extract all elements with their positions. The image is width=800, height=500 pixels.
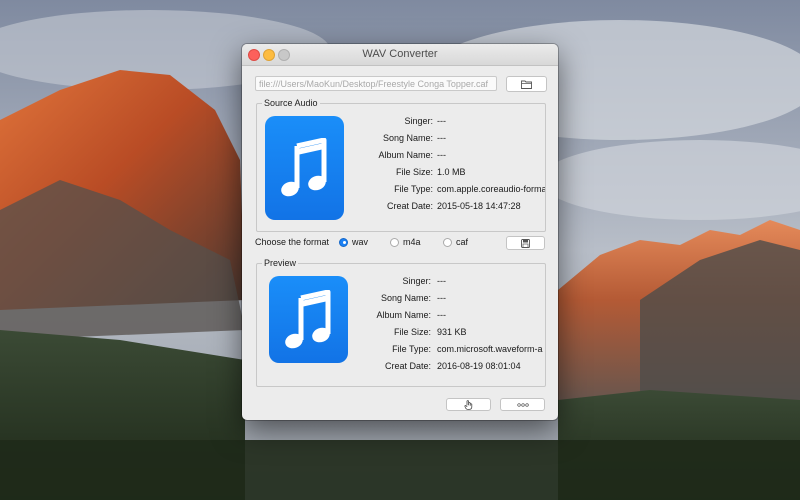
source-type-row: File Type: com.apple.coreaudio-format — [357, 184, 547, 196]
field-label: Song Name: — [382, 133, 433, 143]
open-folder-button[interactable] — [506, 76, 547, 92]
preview-group: Preview Singer: --- Song Name: --- Album… — [256, 257, 546, 387]
source-album-row: Album Name: --- — [357, 150, 547, 162]
field-value: com.apple.coreaudio-format — [437, 184, 545, 194]
source-audio-group: Source Audio Singer: --- Song Name: --- … — [256, 97, 547, 232]
field-value: --- — [437, 276, 446, 286]
window-title: WAV Converter — [362, 48, 438, 60]
preview-type-row: File Type: com.microsoft.waveform-audio — [357, 344, 543, 356]
file-path-field[interactable]: file:///Users/MaoKun/Desktop/Freestyle C… — [255, 76, 497, 91]
radio-wav[interactable]: wav — [339, 237, 368, 247]
field-value: --- — [437, 133, 446, 143]
radio-indicator-selected[interactable] — [339, 237, 348, 247]
field-label: Album Name: — [378, 150, 433, 160]
field-label: Singer: — [404, 116, 433, 126]
folder-icon — [521, 80, 532, 89]
field-label: Creat Date: — [384, 361, 431, 371]
field-value: 931 KB — [437, 327, 467, 337]
preview-singer-row: Singer: --- — [357, 276, 543, 288]
radio-caf[interactable]: caf — [443, 237, 468, 247]
field-value: --- — [437, 310, 446, 320]
format-selector: Choose the format wav m4a caf — [255, 236, 545, 250]
title-bar[interactable]: WAV Converter — [242, 44, 558, 66]
preview-song-row: Song Name: --- — [357, 293, 543, 305]
field-label: Singer: — [402, 276, 431, 286]
radio-label: caf — [456, 237, 469, 247]
preview-date-row: Creat Date: 2016-08-19 08:01:04 — [357, 361, 543, 373]
field-value: 2016-08-19 08:01:04 — [437, 361, 521, 371]
music-note-icon — [284, 289, 330, 348]
save-icon — [521, 238, 530, 248]
field-label: Album Name: — [376, 310, 431, 320]
preview-album-row: Album Name: --- — [357, 310, 543, 322]
field-label: Song Name: — [380, 293, 431, 303]
field-value: com.microsoft.waveform-audio — [437, 344, 543, 354]
source-singer-row: Singer: --- — [357, 116, 547, 128]
more-icon — [516, 402, 529, 407]
radio-label: m4a — [403, 237, 421, 247]
preview-size-row: File Size: 931 KB — [357, 327, 543, 339]
field-label: Creat Date: — [386, 201, 433, 211]
field-value: --- — [437, 293, 446, 303]
field-value: --- — [437, 150, 446, 160]
radio-indicator[interactable] — [443, 237, 452, 247]
radio-m4a[interactable]: m4a — [390, 237, 421, 247]
source-artwork — [265, 116, 344, 220]
convert-button[interactable] — [446, 398, 491, 411]
field-value: --- — [437, 116, 446, 126]
radio-label: wav — [352, 237, 369, 247]
app-window: WAV Converter file:///Users/MaoKun/Deskt… — [242, 44, 558, 420]
field-label: File Size: — [395, 167, 433, 177]
source-audio-title: Source Audio — [262, 97, 320, 109]
preview-artwork — [269, 276, 348, 363]
radio-indicator[interactable] — [390, 237, 399, 247]
hand-pointer-icon — [464, 399, 473, 410]
format-label: Choose the format — [255, 237, 330, 247]
source-song-row: Song Name: --- — [357, 133, 547, 145]
field-label: File Type: — [394, 184, 433, 194]
source-date-row: Creat Date: 2015-05-18 14:47:28 — [357, 201, 547, 213]
more-button[interactable] — [500, 398, 545, 411]
preview-title: Preview — [262, 257, 299, 269]
save-button[interactable] — [506, 236, 545, 250]
music-note-icon — [280, 138, 326, 197]
field-value: 2015-05-18 14:47:28 — [437, 201, 521, 211]
field-label: File Size: — [393, 327, 431, 337]
source-size-row: File Size: 1.0 MB — [357, 167, 547, 179]
field-label: File Type: — [392, 344, 431, 354]
field-value: 1.0 MB — [437, 167, 466, 177]
